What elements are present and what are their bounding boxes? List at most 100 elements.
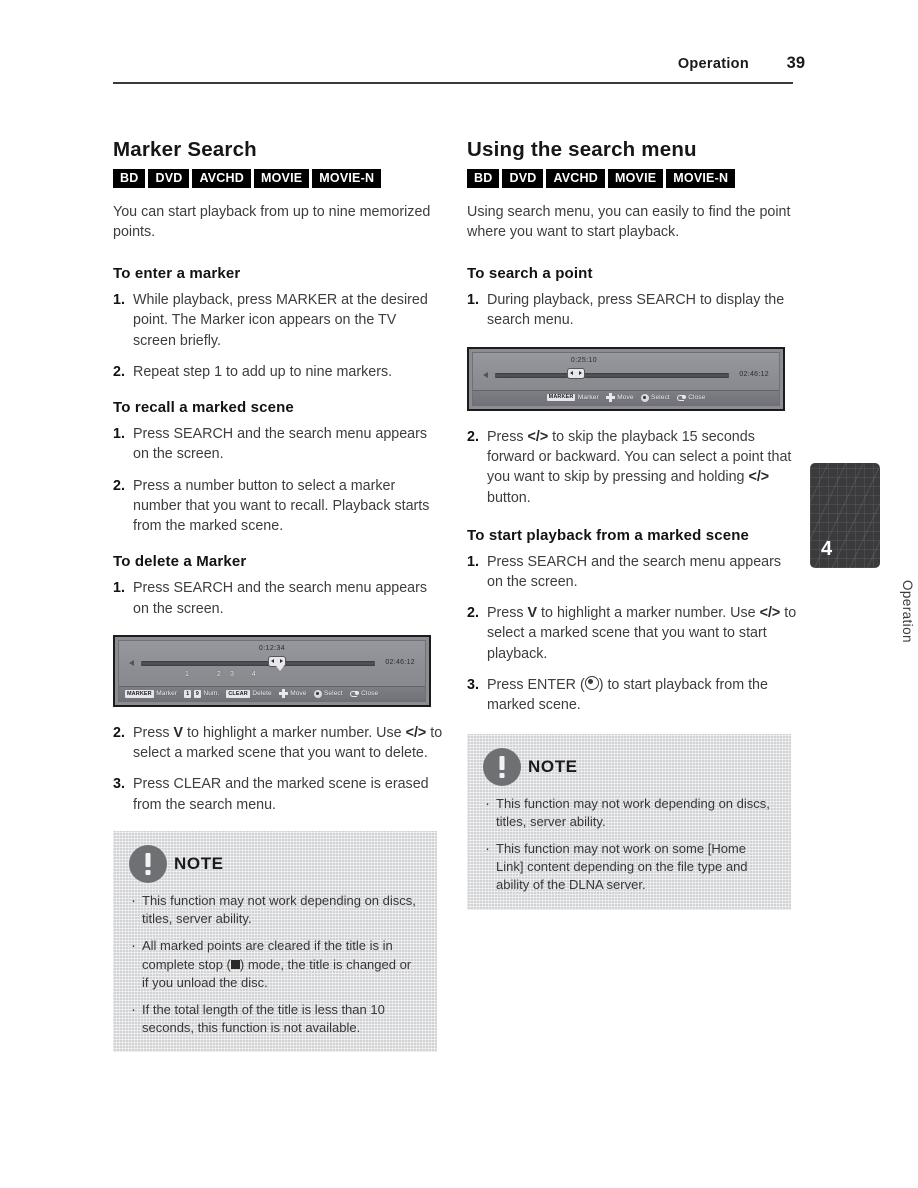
exclamation-icon [129,845,167,884]
subsection-to-search-a-point: To search a point [467,265,593,283]
osd-current-time: 0:12:34 [258,644,286,652]
exclamation-icon [483,747,521,786]
key-left-right-arrow: </> [527,428,549,445]
osd-key-marker: MARKER [546,393,576,402]
osd-hint-label-close: Close [361,690,379,698]
list-item: 2. Press a number button to select a mar… [113,476,443,537]
osd-marker-indicators: 1 2 3 4 [127,671,417,681]
osd-screenshot-marker-search: 0:12:34 02:46:12 1 2 3 4 MARKER Marker 1… [113,634,431,707]
osd-hint-bar: MARKER Marker 1 9 Num. CLEAR Delete Move [119,685,425,701]
step-text-part2: to highlight a marker number. Use [537,605,760,622]
return-icon [676,394,686,402]
osd-current-time: 0:25:10 [570,356,598,364]
osd-hint-num: 1 9 Num. [184,690,220,698]
note-title: NOTE [528,756,578,776]
osd-hint-label-delete: Delete [252,690,272,698]
step-number: 3. [467,677,479,694]
format-badges-right: BD DVD AVCHD MOVIE MOVIE-N [467,169,797,188]
osd-hint-bar: MARKER Marker Move Select Close [473,389,779,405]
list-item: 3. Press CLEAR and the marked scene is e… [113,774,443,815]
step-text-part2: to highlight a marker number. Use [183,724,406,741]
note-header: NOTE [483,747,775,786]
step-text: While playback, press MARKER at the desi… [133,292,428,349]
note-item: If the total length of the title is less… [129,999,421,1037]
step-text-part1: Press [487,428,528,445]
list-item: 1. During playback, press SEARCH to disp… [467,290,797,331]
badge-bd: BD [113,169,146,188]
osd-playhead-knob[interactable] [269,656,286,666]
list-item: 1. While playback, press MARKER at the d… [113,290,443,351]
osd-playhead-knob[interactable] [568,368,584,378]
osd-hint-delete: CLEAR Delete [226,690,272,698]
osd-hint-label-move: Move [617,394,634,402]
steps-start-playback: 1. Press SEARCH and the search menu appe… [467,552,797,716]
step-text: Press CLEAR and the marked scene is eras… [133,776,429,813]
osd-progress-bar [495,372,729,378]
steps-search-point-first: 1. During playback, press SEARCH to disp… [467,290,797,331]
osd-progress-row: 02:46:12 [481,368,771,380]
dpad-icon [605,393,615,403]
osd-hint-close: Close [676,394,706,402]
osd-total-time: 02:46:12 [385,658,415,666]
right-column: Using the search menu BD DVD AVCHD MOVIE… [467,138,797,910]
step-number: 1. [113,426,125,442]
osd-marker-4[interactable]: 4 [252,671,256,678]
intro-paragraph-right: Using search menu, you can easily to fin… [467,203,791,240]
steps-delete-marker-rest: 2. Press V to highlight a marker number.… [113,723,443,815]
list-item: 1. Press SEARCH and the search menu appe… [113,424,443,465]
step-text: Press a number button to select a marker… [133,477,430,535]
key-left-right-arrow: </> [759,605,781,622]
step-number: 1. [113,580,125,597]
osd-key-clear: CLEAR [226,690,250,698]
osd-total-time: 02:46:12 [739,370,769,378]
note-item: This function may not work depending on … [129,890,421,928]
osd-left-arrow-icon [483,372,488,379]
osd-hint-label-num: Num. [203,690,220,698]
page-number: 39 [786,54,805,72]
osd-hint-move: Move [278,689,307,699]
step-number: 2. [467,605,479,622]
note-list: This function may not work depending on … [129,890,421,1037]
osd-key-num-1: 1 [184,690,192,698]
list-item: 2. Press V to highlight a marker number.… [113,723,443,764]
step-number: 2. [113,477,125,494]
note-item: This function may not work depending on … [483,793,775,831]
osd-hint-label-close: Close [688,394,706,402]
badge-movie-n: MOVIE-N [666,169,736,188]
osd-key-marker: MARKER [125,690,154,698]
osd-hint-label-move: Move [290,690,307,698]
osd-panel: 0:12:34 02:46:12 1 2 3 4 MARKER Marker 1… [118,639,426,702]
note-box-left: NOTE This function may not work dependin… [113,831,437,1052]
format-badges-left: BD DVD AVCHD MOVIE MOVIE-N [113,169,443,188]
badge-bd: BD [467,169,500,188]
osd-panel: 0:25:10 02:46:12 MARKER Marker Move Sele… [472,351,780,406]
step-text-part1: Press [487,605,528,622]
subsection-to-delete-a-marker: To delete a Marker [113,553,247,571]
badge-movie: MOVIE [608,169,664,188]
osd-marker-1[interactable]: 1 [185,671,189,678]
note-item: This function may not work on some [Home… [483,838,775,895]
page-title-marker-search: Marker Search [113,138,257,161]
enter-circle-icon [584,676,599,691]
note-box-right: NOTE This function may not work dependin… [467,734,791,910]
osd-marker-2[interactable]: 2 [217,671,221,678]
step-number: 2. [113,363,125,380]
osd-marker-3[interactable]: 3 [230,671,234,678]
header-rule [113,82,793,84]
note-header: NOTE [129,845,421,884]
dpad-icon [278,689,288,699]
badge-avchd: AVCHD [192,169,251,188]
key-down-arrow: V [527,605,538,622]
subsection-to-enter-a-marker: To enter a marker [113,265,241,283]
osd-hint-marker: MARKER Marker [125,690,177,698]
steps-delete-marker-first: 1. Press SEARCH and the search menu appe… [113,578,443,619]
badge-avchd: AVCHD [546,169,605,188]
list-item: 1. Press SEARCH and the search menu appe… [113,578,443,619]
list-item: 1. Press SEARCH and the search menu appe… [467,552,797,593]
osd-hint-close: Close [349,690,379,698]
list-item: 2. Press V to highlight a marker number.… [467,603,797,664]
return-icon [349,690,359,698]
osd-hint-label-marker: Marker [577,394,599,402]
step-text: Repeat step 1 to add up to nine markers. [133,363,393,380]
list-item: 3. Press ENTER () to start playback from… [467,675,797,716]
